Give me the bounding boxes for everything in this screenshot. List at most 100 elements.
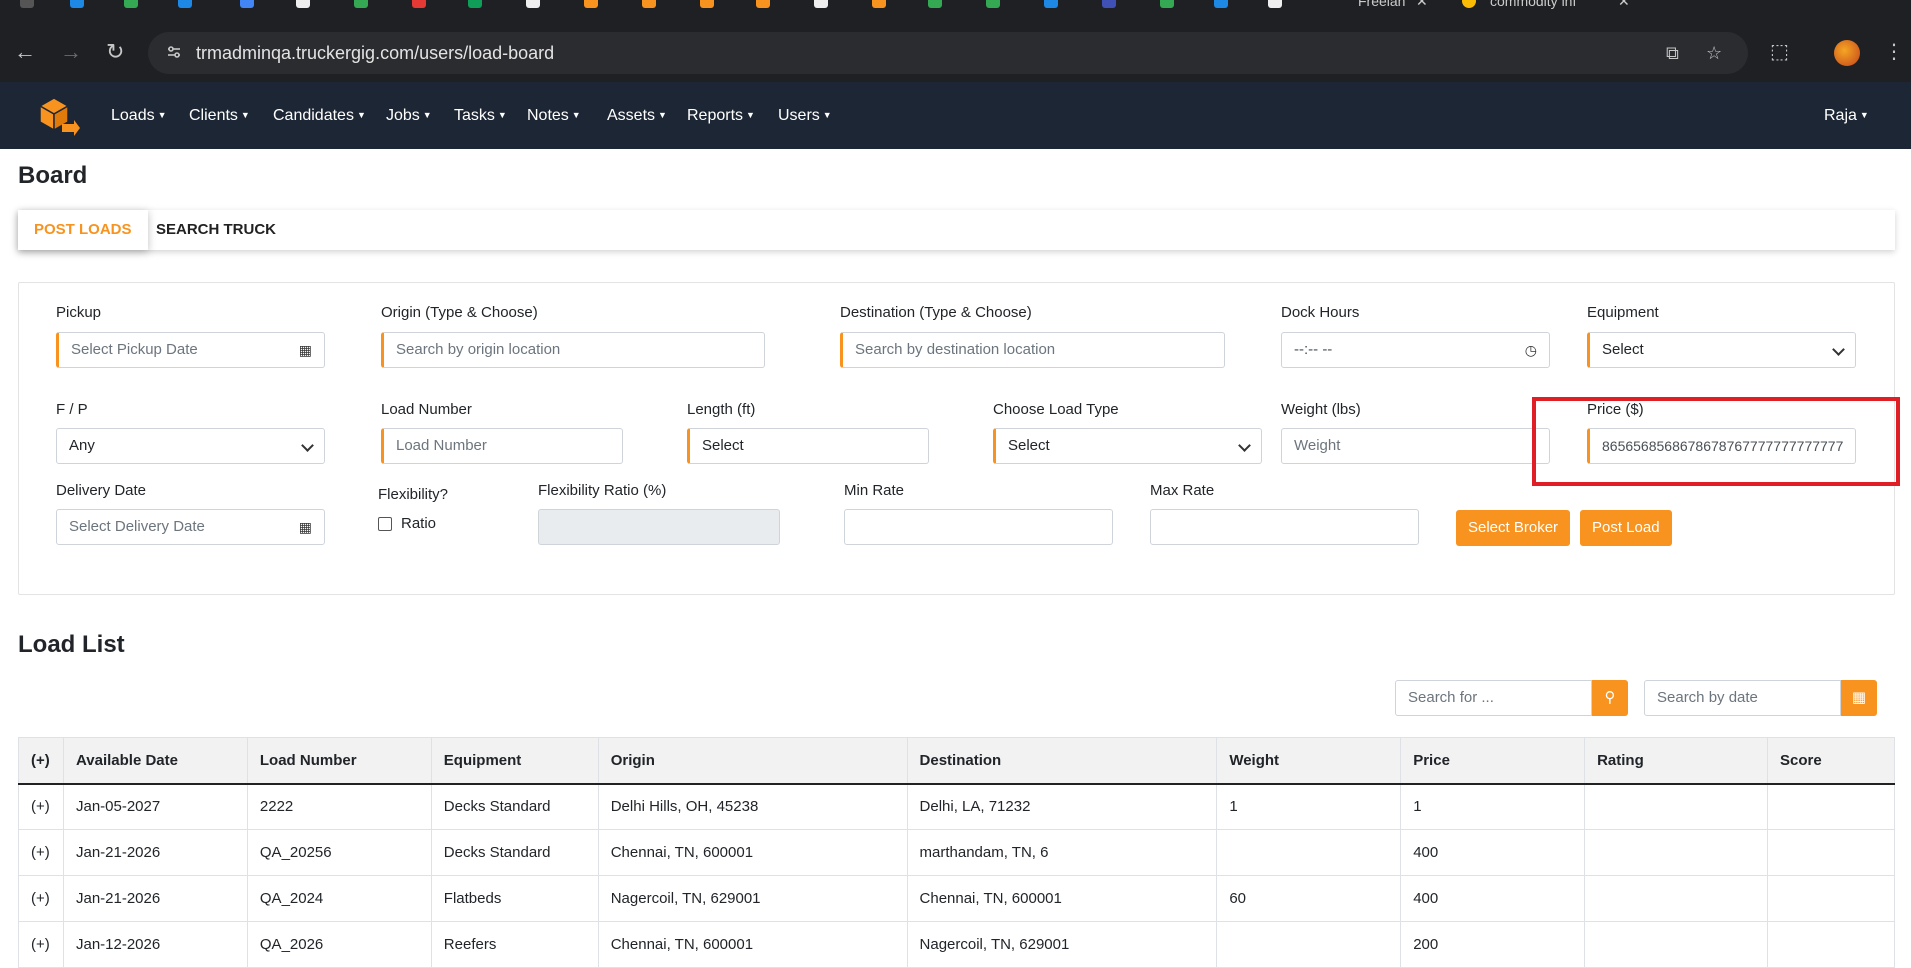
delivery-date-field[interactable]: Select Delivery Date ▦ [56, 509, 325, 545]
browser-tab-icon[interactable] [986, 0, 1000, 8]
length-select[interactable]: Select [687, 428, 929, 464]
nav-menu-candidates[interactable]: Candidates ▼ [273, 82, 366, 149]
column-header[interactable]: Price [1400, 737, 1586, 785]
nav-menu-notes[interactable]: Notes ▼ [527, 82, 581, 149]
table-row[interactable]: (+) Jan-21-2026 QA_20256 Decks Standard … [18, 829, 1896, 876]
close-icon[interactable]: ✕ [1618, 0, 1630, 10]
table-row[interactable]: (+) Jan-05-2027 2222 Decks Standard Delh… [18, 783, 1896, 830]
flexibility-ratio-input[interactable] [538, 509, 780, 545]
browser-tab-icon[interactable] [928, 0, 942, 8]
browser-tab-icon[interactable] [412, 0, 426, 8]
table-row[interactable]: (+) Jan-21-2026 QA_2024 Flatbeds Nagerco… [18, 875, 1896, 922]
nav-menu-jobs[interactable]: Jobs ▼ [386, 82, 432, 149]
tab-post-loads[interactable]: POST LOADS [18, 210, 148, 250]
browser-tab-title[interactable]: Freelan [1358, 0, 1405, 9]
expand-row-toggle[interactable]: (+) [18, 783, 64, 830]
table-cell: 400 [1400, 875, 1586, 922]
load-type-select[interactable]: Select [993, 428, 1262, 464]
post-load-button[interactable]: Post Load [1580, 510, 1672, 546]
pickup-date-field[interactable]: Select Pickup Date ▦ [56, 332, 325, 368]
weight-input[interactable]: Weight [1281, 428, 1550, 464]
expand-row-toggle[interactable]: (+) [18, 875, 64, 922]
browser-tab-icon[interactable] [70, 0, 84, 8]
profile-avatar[interactable] [1834, 40, 1860, 66]
load-list-title: Load List [18, 631, 125, 658]
select-broker-button[interactable]: Select Broker [1456, 510, 1571, 546]
ratio-checkbox[interactable] [378, 517, 392, 531]
column-header[interactable]: Load Number [246, 737, 432, 785]
expand-row-toggle[interactable]: (+) [18, 829, 64, 876]
search-icon[interactable]: ⚲ [1592, 680, 1628, 716]
browser-tab-icon[interactable] [296, 0, 310, 8]
table-cell [1584, 829, 1768, 876]
browser-tab-icon[interactable] [584, 0, 598, 8]
dock-hours-input[interactable]: --:-- -- ◷ [1281, 332, 1550, 368]
nav-menu-loads[interactable]: Loads ▼ [111, 82, 167, 149]
browser-tab-title[interactable]: commodity inf [1490, 0, 1576, 9]
browser-tab-icon[interactable] [1462, 0, 1476, 8]
load-number-label: Load Number [381, 401, 472, 418]
close-icon[interactable]: ✕ [1416, 0, 1428, 10]
nav-menu-tasks[interactable]: Tasks ▼ [454, 82, 507, 149]
browser-tab-icon[interactable] [872, 0, 886, 8]
nav-menu-clients[interactable]: Clients ▼ [189, 82, 250, 149]
column-header[interactable]: Destination [906, 737, 1218, 785]
column-header[interactable]: Rating [1584, 737, 1768, 785]
origin-input[interactable]: Search by origin location [381, 332, 765, 368]
calendar-icon[interactable]: ▦ [1841, 680, 1877, 716]
column-header[interactable]: Weight [1216, 737, 1402, 785]
browser-tab-icon[interactable] [1214, 0, 1228, 8]
browser-tab-icon[interactable] [814, 0, 828, 8]
back-arrow-icon[interactable]: ← [14, 41, 36, 63]
truckergig-logo[interactable] [34, 94, 80, 138]
caret-down-icon: ▼ [497, 110, 507, 120]
browser-tab-icon[interactable] [1044, 0, 1058, 8]
search-input[interactable]: Search for ... [1395, 680, 1592, 716]
nav-menu-users[interactable]: Users ▼ [778, 82, 832, 149]
column-header[interactable]: Origin [597, 737, 908, 785]
max-rate-input[interactable] [1150, 509, 1419, 545]
column-header[interactable]: Available Date [62, 737, 248, 785]
browser-tab-icon[interactable] [178, 0, 192, 8]
browser-tab-icon[interactable] [700, 0, 714, 8]
table-cell [1766, 875, 1896, 922]
min-rate-input[interactable] [844, 509, 1113, 545]
column-header[interactable]: (+) [18, 737, 64, 785]
more-menu-icon[interactable]: ⋮ [1884, 41, 1904, 63]
translate-icon[interactable]: ⧉ [1666, 32, 1679, 74]
expand-row-toggle[interactable]: (+) [18, 921, 64, 968]
browser-tab-icon[interactable] [354, 0, 368, 8]
board-tabs: POST LOADS SEARCH TRUCK [18, 210, 1895, 250]
caret-down-icon: ▼ [658, 110, 667, 120]
browser-tab-icon[interactable] [20, 0, 34, 8]
browser-tab-icon[interactable] [756, 0, 770, 8]
extensions-icon[interactable]: ⬚ [1770, 41, 1789, 63]
reload-icon[interactable]: ↻ [106, 41, 124, 63]
user-menu[interactable]: Raja ▼ [1824, 82, 1869, 149]
browser-tab-icon[interactable] [468, 0, 482, 8]
destination-input[interactable]: Search by destination location [840, 332, 1225, 368]
date-search-input[interactable]: Search by date [1644, 680, 1841, 716]
column-header[interactable]: Equipment [430, 737, 599, 785]
browser-tab-icon[interactable] [1102, 0, 1116, 8]
tab-search-truck[interactable]: SEARCH TRUCK [140, 210, 292, 250]
equipment-select[interactable]: Select [1587, 332, 1856, 368]
nav-menu-assets[interactable]: Assets ▼ [607, 82, 667, 149]
table-row[interactable]: (+) Jan-12-2026 QA_2026 Reefers Chennai,… [18, 921, 1896, 968]
bookmark-star-icon[interactable]: ☆ [1706, 32, 1722, 74]
browser-tab-icon[interactable] [124, 0, 138, 8]
address-bar[interactable]: trmadminqa.truckergig.com/users/load-boa… [148, 32, 1748, 74]
browser-tab-icon[interactable] [526, 0, 540, 8]
browser-tab-icon[interactable] [1160, 0, 1174, 8]
forward-arrow-icon[interactable]: → [60, 41, 82, 63]
browser-tab-icon[interactable] [642, 0, 656, 8]
browser-tab-icon[interactable] [1268, 0, 1282, 8]
load-number-input[interactable]: Load Number [381, 428, 623, 464]
nav-menu-reports[interactable]: Reports ▼ [687, 82, 755, 149]
column-header[interactable]: Score [1766, 737, 1896, 785]
fp-select[interactable]: Any [56, 428, 325, 464]
url-text[interactable]: trmadminqa.truckergig.com/users/load-boa… [196, 32, 554, 74]
site-settings-icon[interactable] [166, 44, 182, 60]
browser-tab-icon[interactable] [240, 0, 254, 8]
min-rate-label: Min Rate [844, 482, 905, 499]
